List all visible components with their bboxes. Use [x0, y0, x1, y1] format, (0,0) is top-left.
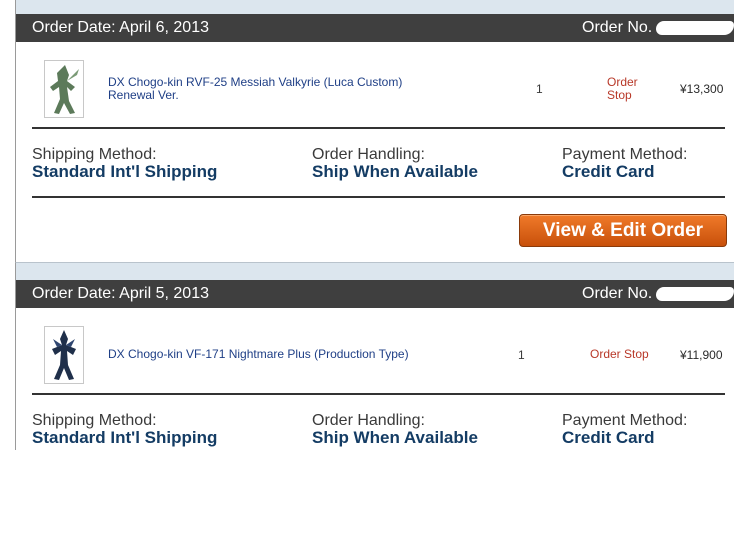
item-quantity: 1 [536, 82, 543, 96]
item-quantity: 1 [518, 348, 525, 362]
order-handling-value: Ship When Available [312, 428, 478, 447]
order-card: Order Date: April 6, 2013 Order No. DX C… [15, 14, 734, 262]
panel-separator [15, 262, 734, 281]
redacted-order-number [656, 21, 734, 35]
order-date: Order Date: April 6, 2013 [32, 19, 209, 36]
order-header: Order Date: April 6, 2013 Order No. [16, 14, 734, 42]
payment-method-value: Credit Card [562, 162, 655, 181]
order-date: Order Date: April 5, 2013 [32, 285, 209, 302]
order-card: Order Date: April 5, 2013 Order No. DX C… [15, 280, 734, 450]
product-name-link[interactable]: DX Chogo-kin VF-171 Nightmare Plus (Prod… [108, 348, 409, 361]
nightmare-figure-icon [52, 330, 76, 380]
product-thumbnail[interactable] [44, 60, 84, 118]
view-edit-order-button[interactable]: View & Edit Order [519, 214, 727, 247]
product-name-link[interactable]: DX Chogo-kin RVF-25 Messiah Valkyrie (Lu… [108, 76, 402, 102]
divider [32, 127, 725, 129]
divider [32, 196, 725, 198]
payment-method-value: Credit Card [562, 428, 655, 447]
valkyrie-figure-icon [50, 65, 79, 114]
shipping-method-value: Standard Int'l Shipping [32, 162, 218, 181]
panel-top-strip [15, 0, 734, 14]
item-price: ¥13,300 [680, 82, 724, 96]
product-thumbnail[interactable] [44, 326, 84, 384]
divider [32, 393, 725, 395]
redacted-order-number [656, 287, 734, 301]
item-status: Order Stop [607, 75, 638, 102]
order-number-label: Order No. [582, 285, 653, 302]
order-handling-value: Ship When Available [312, 162, 478, 181]
item-price: ¥11,900 [680, 348, 723, 362]
shipping-method-value: Standard Int'l Shipping [32, 428, 218, 447]
order-number-label: Order No. [582, 19, 653, 36]
item-status: Order Stop [590, 347, 649, 361]
order-header: Order Date: April 5, 2013 Order No. [16, 280, 734, 308]
